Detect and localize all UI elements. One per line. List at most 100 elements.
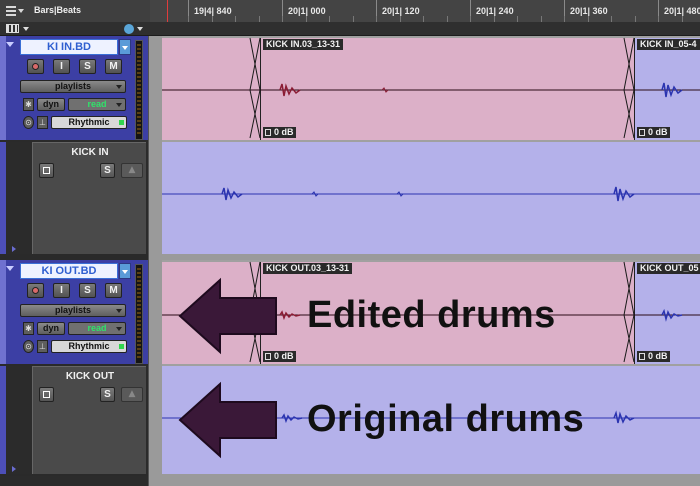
meter-segment [137, 96, 141, 98]
group-icon[interactable]: ⊙ [23, 340, 34, 353]
snowflake-icon[interactable]: ✱ [23, 322, 34, 335]
level-meter [135, 264, 143, 364]
meter-segment [137, 272, 141, 274]
playlists-selector[interactable]: playlists [20, 304, 126, 317]
copy-to-main-button[interactable]: ▲ [121, 163, 143, 178]
solo-button[interactable]: S [79, 283, 96, 298]
timebase-icon[interactable]: ⊥ [37, 340, 48, 353]
solo-button[interactable]: S [79, 59, 96, 74]
chevron-down-icon[interactable] [137, 27, 143, 31]
waveform-kick-in [162, 37, 700, 139]
playlist-name: KICK IN [71, 147, 109, 158]
ruler-mark: 20|1| 000 [282, 0, 326, 22]
chevron-down-icon[interactable] [23, 27, 29, 31]
automation-label: read [87, 323, 107, 333]
meter-segment [137, 276, 141, 278]
meter-segment [137, 116, 141, 118]
timebase-icon[interactable] [124, 24, 134, 34]
group-icon[interactable]: ⊙ [23, 116, 34, 129]
meter-segment [137, 88, 141, 90]
timeline-ruler: Bars|Beats 19|4| 840 20|1| 000 20|1| 120… [0, 0, 700, 22]
record-button[interactable] [27, 59, 44, 74]
header-divider[interactable] [148, 36, 162, 486]
ruler-mark: 20|1| 240 [470, 0, 514, 22]
ruler-bar[interactable]: 19|4| 840 20|1| 000 20|1| 120 20|1| 240 … [150, 0, 700, 22]
snowflake-icon[interactable]: ✱ [23, 98, 34, 111]
meter-segment [137, 340, 141, 342]
solo-playlist-button[interactable] [39, 387, 54, 402]
solo-playlist-button[interactable] [39, 163, 54, 178]
ruler-name: Bars|Beats [34, 5, 82, 15]
expand-icon[interactable] [12, 466, 16, 472]
group-selector[interactable]: Rhythmic [51, 116, 127, 129]
ruler-mark: 19|4| 840 [188, 0, 232, 22]
meter-segment [137, 124, 141, 126]
meter-segment [137, 128, 141, 130]
record-dot-icon [32, 287, 39, 294]
meter-segment [137, 132, 141, 134]
track-header-kick-out[interactable]: KI OUT.BD I S M playlists ✱ dyn read ⊙ ⊥… [0, 260, 148, 364]
track-name[interactable]: KI OUT.BD [20, 263, 118, 279]
playlist-solo-button[interactable]: S [100, 387, 115, 402]
edited-drums-caption: Edited drums [307, 294, 556, 336]
input-button[interactable]: I [53, 283, 70, 298]
track-name-dropdown[interactable] [119, 263, 131, 279]
track-name[interactable]: KI IN.BD [20, 39, 118, 55]
track-color-strip [0, 142, 6, 254]
ruler-header: Bars|Beats [0, 0, 150, 22]
meter-segment [137, 292, 141, 294]
group-active-led [119, 344, 124, 349]
timebase-icon[interactable]: ⊥ [37, 116, 48, 129]
meter-segment [137, 288, 141, 290]
automation-mode[interactable]: read [68, 322, 126, 335]
collapse-icon[interactable] [6, 266, 14, 271]
playlists-selector[interactable]: playlists [20, 80, 126, 93]
input-button[interactable]: I [53, 59, 70, 74]
meter-segment [137, 52, 141, 54]
track-name-dropdown[interactable] [119, 39, 131, 55]
track-header-kick-in[interactable]: KI IN.BD I S M playlists ✱ dyn read ⊙ ⊥ … [0, 36, 148, 140]
playlist-solo-button[interactable]: S [100, 163, 115, 178]
meter-segment [137, 120, 141, 122]
left-arrow-icon [178, 277, 277, 355]
meter-segment [137, 76, 141, 78]
ruler-mark: 20|1| 480 [658, 0, 700, 22]
lane-kick-in-playlist[interactable] [162, 142, 700, 254]
meter-segment [137, 268, 141, 270]
meter-segment [137, 336, 141, 338]
record-button[interactable] [27, 283, 44, 298]
meter-segment [137, 316, 141, 318]
meter-segment [137, 44, 141, 46]
waveform-kick-in-original [162, 186, 700, 202]
dyn-button[interactable]: dyn [37, 322, 65, 335]
playlist-lane-kick-out: KICK OUT S ▲ [0, 366, 148, 474]
meter-segment [137, 48, 141, 50]
meter-segment [137, 80, 141, 82]
playlist-header[interactable]: KICK IN S ▲ [32, 142, 146, 254]
dyn-button[interactable]: dyn [37, 98, 65, 111]
playhead-marker[interactable] [167, 0, 168, 22]
ruler-mark: 20|1| 120 [376, 0, 420, 22]
playlist-header[interactable]: KICK OUT S ▲ [32, 366, 146, 474]
copy-to-main-button[interactable]: ▲ [121, 387, 143, 402]
automation-mode[interactable]: read [68, 98, 126, 111]
playlist-lane-kick-in: KICK IN S ▲ [0, 142, 148, 254]
mute-button[interactable]: M [105, 283, 122, 298]
collapse-icon[interactable] [6, 42, 14, 47]
track-view-icon[interactable] [6, 24, 19, 33]
group-active-led [119, 120, 124, 125]
meter-segment [137, 68, 141, 70]
group-selector[interactable]: Rhythmic [51, 340, 127, 353]
timeline-footer [162, 474, 700, 486]
lane-kick-in[interactable]: KICK IN.03_13-31 0 dB KICK IN_05-4 0 dB [162, 36, 700, 142]
ruler-menu-icon[interactable] [4, 5, 24, 17]
mute-button[interactable]: M [105, 59, 122, 74]
meter-segment [137, 312, 141, 314]
edit-timeline[interactable]: KICK IN.03_13-31 0 dB KICK IN_05-4 0 dB [162, 36, 700, 486]
meter-segment [137, 104, 141, 106]
playlists-label: playlists [54, 305, 92, 315]
playlists-label: playlists [54, 81, 92, 91]
meter-segment [137, 296, 141, 298]
track-color-strip [0, 366, 6, 474]
expand-icon[interactable] [12, 246, 16, 252]
